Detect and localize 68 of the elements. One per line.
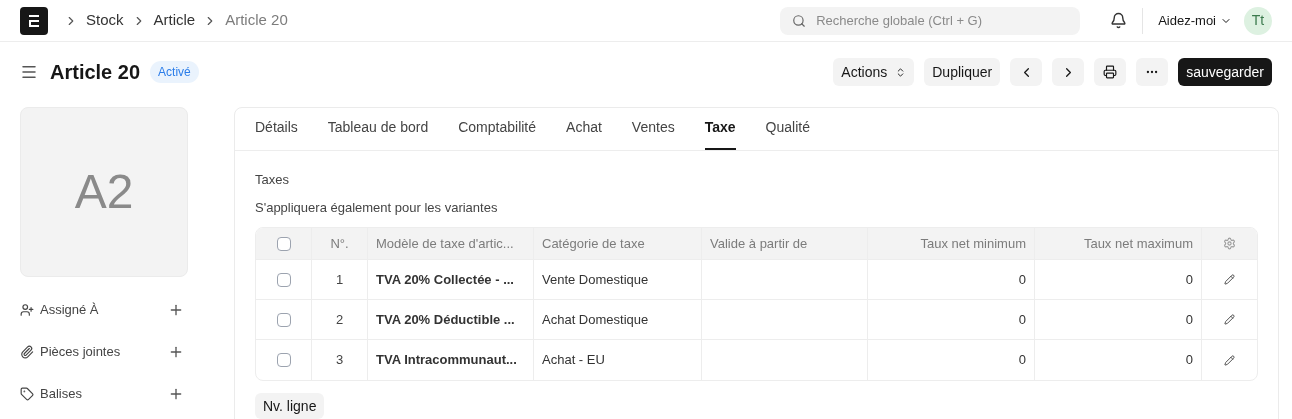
edit-icon[interactable]: [1224, 274, 1235, 285]
save-button[interactable]: sauvegarder: [1178, 58, 1272, 86]
column-header: Catégorie de taxe: [534, 228, 702, 259]
print-button[interactable]: [1094, 58, 1127, 86]
column-header: Taux net maximum: [1035, 228, 1202, 259]
table-cell: 0: [1035, 300, 1202, 339]
table-cell: 1: [312, 260, 368, 299]
status-badge: Activé: [150, 61, 199, 83]
user-avatar[interactable]: Tt: [1244, 6, 1272, 35]
bell-icon[interactable]: [1110, 12, 1128, 29]
help-menu[interactable]: Aidez-moi: [1158, 10, 1232, 31]
search-icon: [792, 13, 807, 28]
actions-button[interactable]: Actions: [833, 58, 915, 86]
tab[interactable]: Comptabilité: [458, 107, 537, 150]
page-title: Article 20: [50, 60, 141, 85]
table-cell: 0: [1035, 260, 1202, 299]
column-header: Taux net minimum: [868, 228, 1035, 259]
table-cell: Vente Domestique: [534, 260, 702, 299]
add-icon[interactable]: [168, 386, 184, 402]
tab[interactable]: Taxe: [704, 107, 736, 150]
tab[interactable]: Tableau de bord: [327, 107, 429, 150]
edit-icon[interactable]: [1224, 314, 1235, 325]
table-cell: 0: [1035, 340, 1202, 380]
next-button[interactable]: [1052, 58, 1085, 86]
logo-icon: [28, 13, 40, 28]
table-cell: Achat - EU: [534, 340, 702, 380]
add-row-button[interactable]: Nv. ligne: [255, 393, 325, 419]
section-title: Taxes: [255, 171, 290, 189]
add-icon[interactable]: [168, 302, 184, 318]
section-note: S'appliquera également pour les variantes: [255, 198, 499, 217]
app-logo[interactable]: [20, 6, 48, 35]
table-cell: 3: [312, 340, 368, 380]
checkbox[interactable]: [276, 353, 291, 367]
add-icon[interactable]: [168, 344, 184, 360]
breadcrumb-link[interactable]: Stock: [86, 9, 124, 32]
user-plus-icon: [20, 303, 34, 317]
table-cell: TVA Intracommunaut...: [368, 340, 534, 380]
table-cell: TVA 20% Déductible ...: [368, 300, 534, 339]
column-header: Valide à partir de: [702, 228, 868, 259]
breadcrumb-link[interactable]: Article: [153, 9, 196, 32]
checkbox[interactable]: [276, 236, 291, 251]
tab[interactable]: Détails: [255, 107, 298, 150]
sidebar-label[interactable]: Balises: [40, 384, 82, 404]
paperclip-icon: [20, 345, 34, 359]
sidebar-label[interactable]: Pièces jointes: [40, 342, 121, 362]
edit-icon[interactable]: [1224, 354, 1235, 366]
search-field[interactable]: Recherche globale (Ctrl + G): [780, 6, 1081, 35]
printer-icon: [1103, 65, 1118, 79]
column-header: Modèle de taxe d'artic...: [368, 228, 534, 259]
table-cell: 0: [868, 340, 1035, 380]
tab[interactable]: Qualité: [765, 107, 810, 150]
checkbox[interactable]: [276, 272, 291, 287]
checkbox[interactable]: [276, 312, 291, 327]
table-cell: TVA 20% Collectée - ...: [368, 260, 534, 299]
tab[interactable]: Achat: [566, 107, 602, 150]
menu-icon[interactable]: [20, 63, 38, 81]
table-cell: 0: [868, 260, 1035, 299]
breadcrumb-link[interactable]: Article 20: [225, 9, 288, 32]
table-cell: 2: [312, 300, 368, 339]
table-cell: 0: [868, 300, 1035, 339]
tag-icon: [20, 387, 34, 401]
duplicate-button[interactable]: Dupliquer: [924, 58, 1001, 86]
previous-button[interactable]: [1010, 58, 1043, 86]
table-cell: Achat Domestique: [534, 300, 702, 339]
column-header: N°.: [312, 228, 368, 259]
tab[interactable]: Ventes: [631, 107, 675, 150]
sidebar-label[interactable]: Assigné À: [40, 300, 99, 320]
settings-icon[interactable]: [1223, 237, 1236, 250]
